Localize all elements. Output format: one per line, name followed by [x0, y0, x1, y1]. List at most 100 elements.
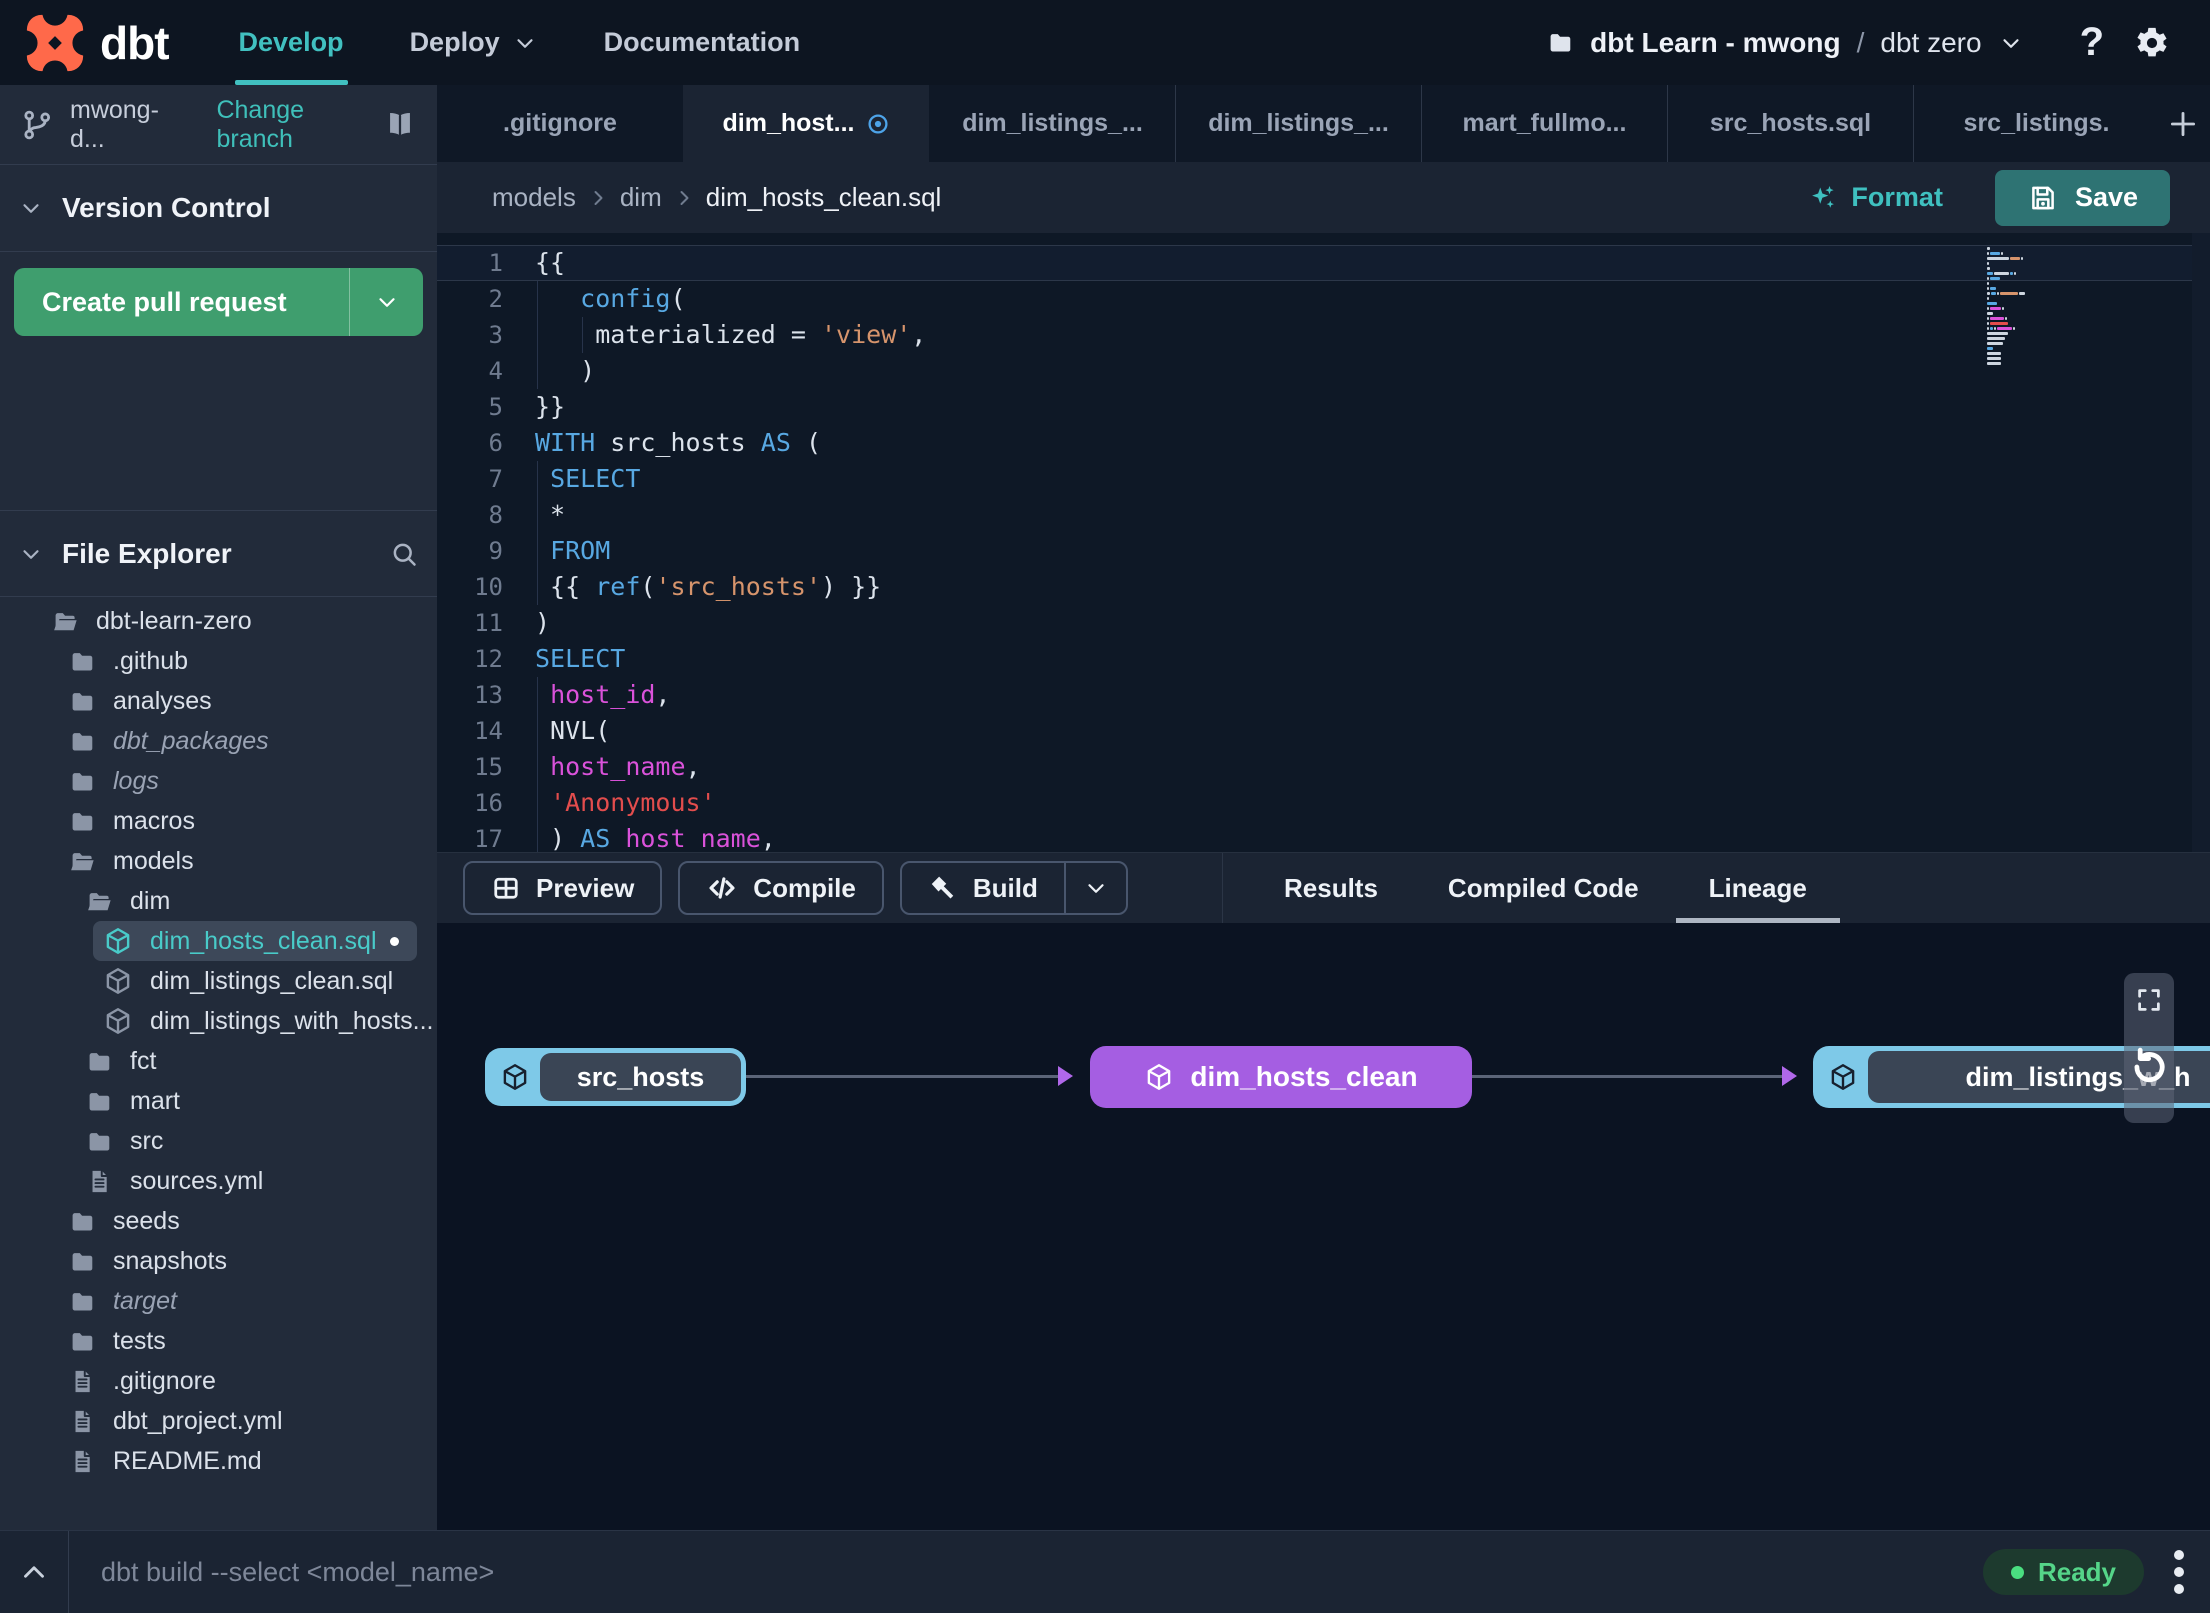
- preview-button[interactable]: Preview: [463, 861, 663, 915]
- tree-item-tests[interactable]: tests: [0, 1321, 437, 1361]
- tree-item-dbt-learn-zero[interactable]: dbt-learn-zero: [0, 601, 437, 641]
- tree-item--gitignore[interactable]: .gitignore: [0, 1361, 437, 1401]
- nav-deploy[interactable]: Deploy: [410, 0, 538, 85]
- code-line-4[interactable]: 4 ): [437, 353, 2210, 389]
- change-branch-link[interactable]: Change branch: [216, 96, 383, 154]
- tab-results[interactable]: Results: [1251, 853, 1411, 923]
- code-line-17[interactable]: 17 ) AS host_name,: [437, 821, 2210, 852]
- tree-item-mart[interactable]: mart: [0, 1081, 437, 1121]
- command-input[interactable]: dbt build --select <model_name>: [101, 1557, 494, 1588]
- editor-tab-src-listings-[interactable]: src_listings.: [1913, 85, 2159, 162]
- gear-icon[interactable]: [2134, 25, 2170, 61]
- code-line-15[interactable]: 15 host_name,: [437, 749, 2210, 785]
- tree-item-readme-md[interactable]: README.md: [0, 1441, 437, 1481]
- breadcrumb-file: dim_hosts_clean.sql: [705, 182, 942, 212]
- line-number: 5: [488, 393, 503, 421]
- tree-item-label: snapshots: [113, 1246, 227, 1275]
- tree-item--github[interactable]: .github: [0, 641, 437, 681]
- code-lines: 1{{2 config(3 materialized = 'view', 4 ) 5…: [437, 245, 2210, 852]
- create-pull-request-button[interactable]: Create pull request: [14, 268, 423, 336]
- lineage-node-src-hosts[interactable]: src_hosts: [485, 1048, 746, 1106]
- code-line-16[interactable]: 16 'Anonymous': [437, 785, 2210, 821]
- search-icon[interactable]: [389, 539, 419, 569]
- tab-label: src_hosts.sql: [1709, 109, 1872, 137]
- left-sidebar: mwong-d... Change branch Version Control…: [0, 85, 437, 1530]
- lineage-node-dim-hosts-clean[interactable]: dim_hosts_clean: [1090, 1046, 1472, 1108]
- nav-develop[interactable]: Develop: [234, 0, 348, 85]
- tree-item-dim-hosts-clean-sql[interactable]: dim_hosts_clean.sql: [0, 921, 437, 961]
- docs-book-icon[interactable]: [383, 108, 417, 142]
- main-nav: Develop Deploy Documentation: [234, 0, 801, 85]
- project-switcher[interactable]: dbt Learn - mwong / dbt zero: [1547, 27, 2023, 59]
- code-line-6[interactable]: 6 WITH src_hosts AS (: [437, 425, 2210, 461]
- code-editor[interactable]: 1{{2 config(3 materialized = 'view', 4 ) 5…: [437, 233, 2210, 852]
- code-line-13[interactable]: 13 host_id,: [437, 677, 2210, 713]
- tree-item-fct[interactable]: fct: [0, 1041, 437, 1081]
- file-icon: [69, 1448, 96, 1475]
- code-line-14[interactable]: 14 NVL(: [437, 713, 2210, 749]
- editor-tab-dim-listings-[interactable]: dim_listings_...: [1175, 85, 1421, 162]
- tree-item-models[interactable]: models: [0, 841, 437, 881]
- file-explorer-header[interactable]: File Explorer: [0, 510, 437, 597]
- top-navbar: dbt Develop Deploy Documentation dbt Lea…: [0, 0, 2210, 85]
- code-line-10[interactable]: 10 {{ ref('src_hosts') }}: [437, 569, 2210, 605]
- tree-item-seeds[interactable]: seeds: [0, 1201, 437, 1241]
- line-number: 13: [474, 681, 503, 709]
- new-tab-plus-icon[interactable]: [2159, 85, 2207, 162]
- save-button[interactable]: Save: [1994, 169, 2170, 226]
- chevron-up-icon[interactable]: [0, 1555, 68, 1589]
- line-content: config(: [515, 281, 2210, 317]
- code-line-2[interactable]: 2 config(: [437, 281, 2210, 317]
- nav-documentation[interactable]: Documentation: [604, 0, 801, 85]
- tree-item-analyses[interactable]: analyses: [0, 681, 437, 721]
- build-button[interactable]: Build: [899, 861, 1128, 915]
- tree-item-snapshots[interactable]: snapshots: [0, 1241, 437, 1281]
- code-line-8[interactable]: 8 *: [437, 497, 2210, 533]
- dbt-logo[interactable]: dbt: [24, 11, 170, 74]
- tree-item-dim-listings-clean-sql[interactable]: dim_listings_clean.sql: [0, 961, 437, 1001]
- pr-dropdown-caret[interactable]: [349, 268, 423, 336]
- compile-button[interactable]: Compile: [678, 861, 884, 915]
- tree-item-sources-yml[interactable]: sources.yml: [0, 1161, 437, 1201]
- code-line-1[interactable]: 1 {{: [437, 245, 2210, 281]
- breadcrumb-models[interactable]: models: [492, 182, 576, 213]
- editor-tab-dim-host-[interactable]: dim_host...: [683, 85, 929, 162]
- editor-tab-mart-fullmo-[interactable]: mart_fullmo...: [1421, 85, 1667, 162]
- version-control-header[interactable]: Version Control: [0, 165, 437, 252]
- tab-label: src_listings.: [1963, 109, 2110, 137]
- editor-tab-dim-listings-[interactable]: dim_listings_...: [929, 85, 1175, 162]
- editor-scrollbar[interactable]: [2192, 233, 2210, 852]
- code-line-9[interactable]: 9 FROM: [437, 533, 2210, 569]
- fullscreen-icon[interactable]: [2134, 985, 2164, 1015]
- tree-item-src[interactable]: src: [0, 1121, 437, 1161]
- tree-item-macros[interactable]: macros: [0, 801, 437, 841]
- tree-item-target[interactable]: target: [0, 1281, 437, 1321]
- tab-label: dim_listings_...: [1208, 109, 1389, 137]
- code-line-5[interactable]: 5}}: [437, 389, 2210, 425]
- help-icon[interactable]: ?: [2080, 20, 2104, 65]
- code-line-12[interactable]: 12 SELECT: [437, 641, 2210, 677]
- tree-item-dbt-packages[interactable]: dbt_packages: [0, 721, 437, 761]
- kebab-menu-icon[interactable]: [2170, 1546, 2188, 1598]
- code-line-11[interactable]: 11): [437, 605, 2210, 641]
- editor-tab--gitignore[interactable]: .gitignore: [437, 85, 683, 162]
- tree-item-label: sources.yml: [130, 1166, 264, 1195]
- editor-tab-src-hosts-sql[interactable]: src_hosts.sql: [1667, 85, 1913, 162]
- breadcrumb-bar: models dim dim_hosts_clean.sql Format Sa…: [437, 162, 2210, 233]
- tab-lineage[interactable]: Lineage: [1676, 853, 1840, 923]
- format-button[interactable]: Format: [1807, 182, 1943, 213]
- line-content: SELECT: [535, 644, 626, 673]
- breadcrumb-dim[interactable]: dim: [620, 182, 662, 213]
- tab-compiled-code[interactable]: Compiled Code: [1415, 853, 1672, 923]
- tree-item-dbt-project-yml[interactable]: dbt_project.yml: [0, 1401, 437, 1441]
- lineage-controls: [2124, 973, 2174, 1123]
- tree-item-logs[interactable]: logs: [0, 761, 437, 801]
- lineage-canvas[interactable]: src_hosts dim_hosts_clean dim_listings_w…: [437, 923, 2210, 1530]
- code-line-3[interactable]: 3 materialized = 'view',: [437, 317, 2210, 353]
- tree-item-dim-listings-with-hosts-[interactable]: dim_listings_with_hosts...: [0, 1001, 437, 1041]
- tree-item-dim[interactable]: dim: [0, 881, 437, 921]
- refresh-icon[interactable]: [2127, 1045, 2171, 1089]
- code-line-7[interactable]: 7 SELECT: [437, 461, 2210, 497]
- editor-minimap[interactable]: [1987, 247, 2045, 367]
- build-dropdown-caret[interactable]: [1063, 863, 1126, 913]
